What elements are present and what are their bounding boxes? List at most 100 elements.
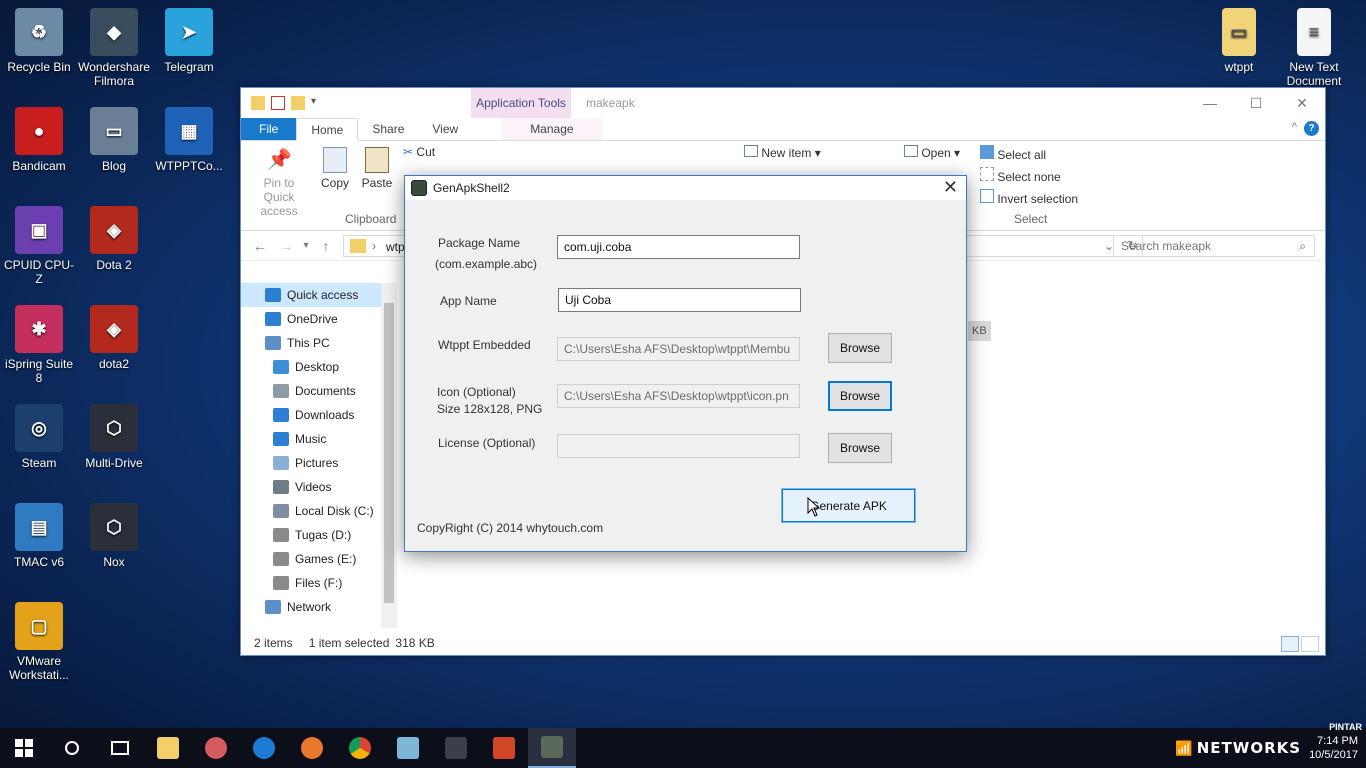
search-placeholder: Search makeapk	[1121, 239, 1212, 253]
select-none-button[interactable]: Select none	[980, 167, 1061, 184]
nox-icon	[445, 737, 467, 759]
sidebar-item-desktop[interactable]: Desktop	[241, 355, 397, 379]
desktop-icon-new-text-document[interactable]: ≡ New Text Document	[1277, 8, 1351, 88]
sidebar-item-local-disk-c[interactable]: Local Disk (C:)	[241, 499, 397, 523]
help-icon[interactable]: ?	[1304, 121, 1319, 136]
sidebar-item-games-e[interactable]: Games (E:)	[241, 547, 397, 571]
bandicam-icon: ●	[15, 107, 63, 155]
desktop-icon-folder-wtppt[interactable]: ▭ wtppt	[1202, 8, 1276, 74]
file-explorer-icon	[157, 737, 179, 759]
package-name-input[interactable]: com.uji.coba	[557, 235, 800, 259]
wifi-icon[interactable]: 📶	[1175, 740, 1192, 757]
details-view-icon[interactable]	[1281, 636, 1299, 652]
desktop-icon-ispring[interactable]: ✱ iSpring Suite 8	[2, 305, 76, 385]
taskbar-file-explorer[interactable]	[144, 728, 192, 768]
qat-dropdown-icon[interactable]: ▾	[311, 96, 319, 110]
window-controls: — ☐ ✕	[1187, 88, 1325, 118]
taskbar-firefox[interactable]	[288, 728, 336, 768]
properties-icon[interactable]	[271, 96, 285, 110]
forward-arrow-icon[interactable]: →	[273, 238, 299, 254]
desktop-icon-filmora[interactable]: ◆ Wondershare Filmora	[77, 8, 151, 88]
desktop-icon-dota2-2[interactable]: ◈ dota2	[77, 305, 151, 371]
open-button[interactable]: Open ▾	[904, 145, 960, 160]
sidebar-item-this-pc[interactable]: This PC	[241, 331, 397, 355]
desktop-icon-vmware[interactable]: ▢ VMware Workstati...	[2, 602, 76, 682]
taskbar-chrome[interactable]	[336, 728, 384, 768]
folder-icon[interactable]	[251, 96, 265, 110]
invert-selection-button[interactable]: Invert selection	[980, 189, 1078, 206]
sidebar-item-tugas-d[interactable]: Tugas (D:)	[241, 523, 397, 547]
minimize-button[interactable]: —	[1187, 88, 1233, 118]
recent-dropdown-icon[interactable]: ▾	[299, 240, 313, 251]
taskbar-nox[interactable]	[432, 728, 480, 768]
tab-home[interactable]: Home	[296, 118, 359, 141]
maximize-button[interactable]: ☐	[1233, 88, 1279, 118]
taskbar-powerpoint[interactable]	[480, 728, 528, 768]
desktop-icon-multi-drive[interactable]: ⬡ Multi-Drive	[77, 404, 151, 470]
sidebar-item-music[interactable]: Music	[241, 427, 397, 451]
sidebar-item-pictures[interactable]: Pictures	[241, 451, 397, 475]
network-icon	[265, 600, 281, 614]
clock[interactable]: 7:14 PM 10/5/2017	[1309, 734, 1358, 762]
select-all-button[interactable]: Select all	[980, 145, 1046, 162]
sidebar-item-videos[interactable]: Videos	[241, 475, 397, 499]
ribbon-collapse-icon[interactable]: ^	[1292, 121, 1297, 133]
taskbar-app-paint[interactable]	[192, 728, 240, 768]
large-icons-view-icon[interactable]	[1301, 636, 1319, 652]
up-arrow-icon[interactable]: ↑	[313, 238, 339, 254]
quick-access-icon	[265, 288, 281, 302]
desktop-icon-label: Steam	[21, 456, 57, 470]
desktop-icon-recycle-bin[interactable]: ♻ Recycle Bin	[2, 8, 76, 74]
chrome-icon	[349, 737, 371, 759]
scrollbar-thumb[interactable]	[384, 303, 394, 603]
wtppt-embedded-input[interactable]: C:\Users\Esha AFS\Desktop\wtppt\Membu	[557, 337, 800, 361]
desktop-icon-telegram[interactable]: ➤ Telegram	[152, 8, 226, 74]
navigation-scrollbar[interactable]	[381, 283, 397, 628]
app-name-input[interactable]: Uji Coba	[558, 288, 801, 312]
paste-button[interactable]: Paste	[359, 147, 395, 190]
sidebar-item-onedrive[interactable]: OneDrive	[241, 307, 397, 331]
task-view-button[interactable]	[96, 728, 144, 768]
pin-quick-access-button[interactable]: 📌 Pin to Quick access	[247, 147, 311, 218]
cut-button[interactable]: ✂ Cut	[403, 145, 435, 159]
sidebar-item-network[interactable]: Network	[241, 595, 397, 619]
start-button[interactable]	[0, 728, 48, 768]
browse-icon-button[interactable]: Browse	[828, 381, 892, 411]
dialog-close-icon[interactable]: ✕	[943, 177, 958, 197]
taskbar-genapkshell[interactable]	[528, 728, 576, 768]
tab-view[interactable]: View	[418, 118, 472, 140]
browse-wtppt-button[interactable]: Browse	[828, 333, 892, 363]
cortana-button[interactable]	[48, 728, 96, 768]
blog-icon: ▭	[90, 107, 138, 155]
copy-button[interactable]: Copy	[317, 147, 353, 190]
icon-input[interactable]: C:\Users\Esha AFS\Desktop\wtppt\icon.pn	[557, 384, 800, 408]
desktop-icon-dota2[interactable]: ◈ Dota 2	[77, 206, 151, 272]
taskbar-app-blue[interactable]	[384, 728, 432, 768]
search-input[interactable]: Search makeapk ⌕	[1113, 235, 1315, 257]
tab-manage[interactable]: Manage	[502, 118, 602, 140]
tab-file[interactable]: File	[241, 118, 297, 140]
pictures-icon	[273, 456, 289, 470]
sidebar-item-files-f[interactable]: Files (F:)	[241, 571, 397, 595]
new-item-button[interactable]: New item ▾	[744, 145, 821, 160]
license-input[interactable]	[557, 434, 800, 458]
tab-share[interactable]: Share	[358, 118, 418, 140]
desktop-icon-nox[interactable]: ⬡ Nox	[77, 503, 151, 569]
sidebar-item-documents[interactable]: Documents	[241, 379, 397, 403]
sidebar-item-quick-access[interactable]: Quick access	[241, 283, 397, 307]
taskbar-edge[interactable]	[240, 728, 288, 768]
browse-license-button[interactable]: Browse	[828, 433, 892, 463]
desktop-icon-blog[interactable]: ▭ Blog	[77, 107, 151, 173]
desktop-icon-tmac[interactable]: ▤ TMAC v6	[2, 503, 76, 569]
generate-apk-button[interactable]: Generate APK	[781, 488, 916, 523]
desktop-icon-steam[interactable]: ◎ Steam	[2, 404, 76, 470]
close-button[interactable]: ✕	[1279, 88, 1325, 118]
desktop-icon	[273, 360, 289, 374]
desktop-icon-cpuz[interactable]: ▣ CPUID CPU-Z	[2, 206, 76, 286]
sidebar-item-downloads[interactable]: Downloads	[241, 403, 397, 427]
new-folder-icon[interactable]	[291, 96, 305, 110]
desktop-icon-wtpptco[interactable]: ▦ WTPPTCo...	[152, 107, 226, 173]
desktop-icon-bandicam[interactable]: ● Bandicam	[2, 107, 76, 173]
back-arrow-icon[interactable]: ←	[247, 238, 273, 254]
package-name-hint: (com.example.abc)	[435, 257, 538, 271]
